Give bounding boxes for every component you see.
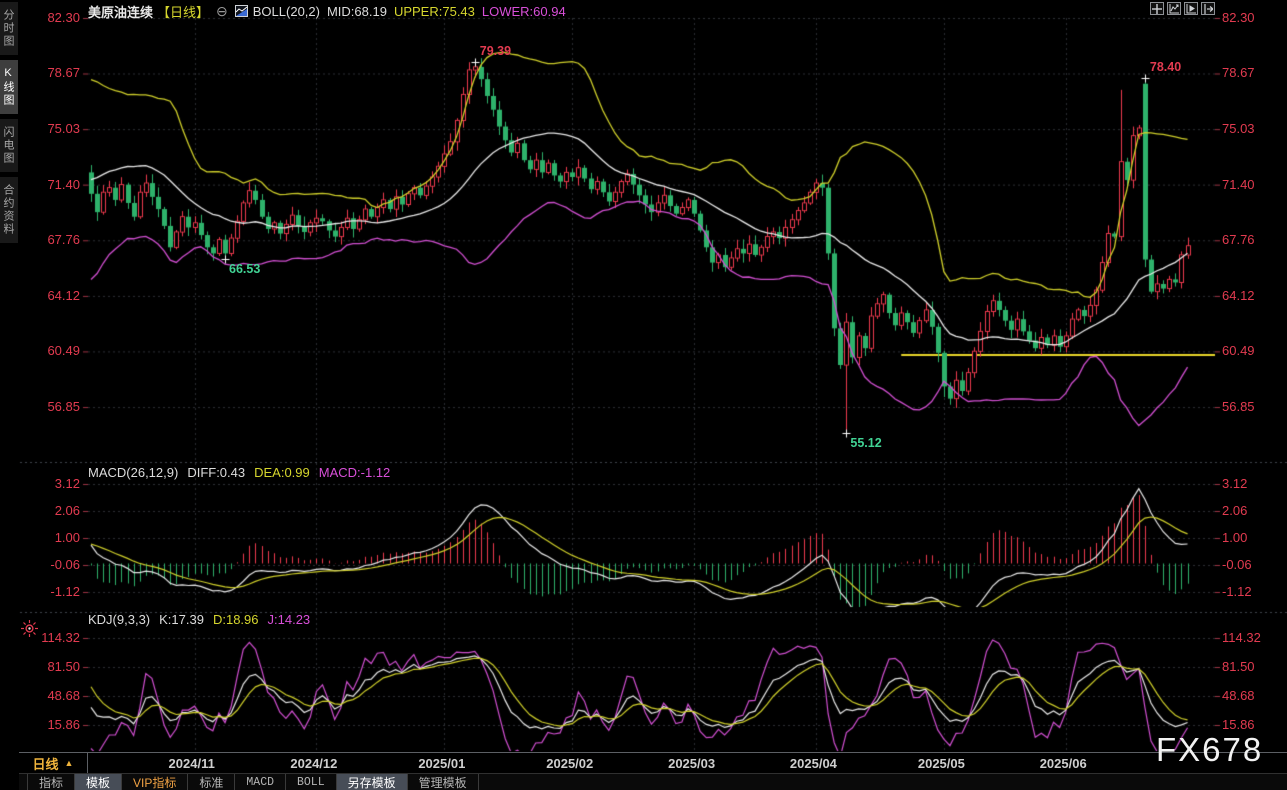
x-axis-month-label: 2025/04	[790, 756, 837, 771]
price-extreme-label: 66.53	[229, 262, 260, 276]
chart-canvas[interactable]	[0, 0, 1287, 790]
price-axis-label-right: 64.12	[1222, 290, 1255, 302]
sidebar-tab[interactable]: 分时图	[0, 2, 18, 55]
macd-axis-label-left: -1.12	[28, 586, 80, 598]
macd-dea-value: DEA:0.99	[254, 465, 310, 480]
indicator-thumbnail-icon	[235, 5, 248, 17]
kdj-axis-label-right: 81.50	[1222, 661, 1255, 673]
chart-window: 分时图 K线图闪电图合约资料 美原油连续 【日线】 ⊖ BOLL(20,2) MI…	[0, 0, 1287, 790]
macd-macd-value: MACD:-1.12	[319, 465, 391, 480]
macd-axis-label-right: 2.06	[1222, 505, 1247, 517]
period-label: 日线	[33, 754, 59, 773]
price-axis-label-right: 82.30	[1222, 12, 1255, 24]
price-axis-label-right: 78.67	[1222, 67, 1255, 79]
price-axis-label-left: 64.12	[28, 290, 80, 302]
boll-param-label: BOLL(20,2)	[253, 4, 320, 19]
price-axis-label-left: 60.49	[28, 345, 80, 357]
macd-axis-label-right: -0.06	[1222, 559, 1252, 571]
price-extreme-label: 55.12	[850, 436, 881, 450]
boll-mid-value: MID:68.19	[327, 4, 387, 19]
macd-axis-label-left: 3.12	[28, 478, 80, 490]
period-tag: 【日线】	[157, 2, 209, 21]
period-selector-button[interactable]: 日线 ▲	[19, 753, 88, 773]
x-axis-month-label: 2024/11	[169, 756, 215, 771]
macd-axis-label-left: 1.00	[28, 532, 80, 544]
toolbar-tab[interactable]: 模板	[75, 774, 122, 790]
kdj-k-value: K:17.39	[159, 612, 204, 627]
macd-axis-label-left: -0.06	[28, 559, 80, 571]
chart-toolbar	[1150, 2, 1215, 15]
bottom-toolbar: 指标模板VIP指标标准MACDBOLL另存模板管理模板	[19, 773, 1287, 790]
x-axis-month-label: 2025/05	[918, 756, 965, 771]
kdj-d-value: D:18.96	[213, 612, 259, 627]
chart-type-sidebar: 分时图 K线图闪电图合约资料	[0, 2, 19, 248]
toolbar-tab[interactable]: 指标	[27, 774, 75, 790]
kdj-pane-header: KDJ(9,3,3) K:17.39 D:18.96 J:14.23	[88, 612, 310, 627]
watermark: FX678	[1156, 731, 1263, 769]
macd-axis-label-right: 3.12	[1222, 478, 1247, 490]
toolbar-tab[interactable]: 管理模板	[408, 774, 479, 790]
toolbar-tab[interactable]: VIP指标	[122, 774, 188, 790]
x-axis-month-label: 2025/06	[1040, 756, 1087, 771]
symbol-name: 美原油连续	[88, 2, 153, 21]
crosshair-tool-icon[interactable]	[1150, 2, 1164, 15]
x-axis-month-label: 2025/03	[668, 756, 715, 771]
macd-pane-header: MACD(26,12,9) DIFF:0.43 DEA:0.99 MACD:-1…	[88, 465, 390, 480]
price-axis-label-right: 75.03	[1222, 123, 1255, 135]
zoom-out-icon[interactable]: ⊖	[216, 5, 228, 17]
axis-pan-icon[interactable]	[1184, 2, 1198, 15]
kdj-axis-label-left: 48.68	[28, 690, 80, 702]
sidebar-tab[interactable]: 闪电图	[0, 119, 18, 172]
kdj-axis-label-right: 48.68	[1222, 690, 1255, 702]
kdj-axis-label-right: 114.32	[1222, 632, 1261, 644]
x-axis-month-label: 2024/12	[290, 756, 337, 771]
toolbar-tab[interactable]: 标准	[188, 774, 235, 790]
kdj-axis-label-right: 15.86	[1222, 719, 1255, 731]
macd-param-label: MACD(26,12,9)	[88, 465, 178, 480]
x-axis-month-label: 2025/02	[546, 756, 593, 771]
boll-upper-value: UPPER:75.43	[394, 4, 475, 19]
toolbar-tab[interactable]: 另存模板	[337, 774, 408, 790]
period-arrow-icon: ▲	[65, 758, 74, 768]
price-axis-label-right: 56.85	[1222, 401, 1255, 413]
axis-zoom-icon[interactable]	[1167, 2, 1181, 15]
price-axis-label-left: 78.67	[28, 67, 80, 79]
macd-axis-label-right: -1.12	[1222, 586, 1252, 598]
sidebar-tab[interactable]: 合约资料	[0, 177, 18, 243]
kdj-axis-label-left: 15.86	[28, 719, 80, 731]
x-axis-month-label: 2025/01	[418, 756, 465, 771]
price-axis-label-left: 71.40	[28, 179, 80, 191]
symbol-header: 美原油连续 【日线】 ⊖ BOLL(20,2) MID:68.19 UPPER:…	[88, 3, 566, 19]
macd-diff-value: DIFF:0.43	[187, 465, 245, 480]
collapse-panel-icon[interactable]	[1201, 2, 1215, 15]
toolbar-tab[interactable]: MACD	[235, 774, 286, 790]
boll-lower-value: LOWER:60.94	[482, 4, 566, 19]
toolbar-tab[interactable]: BOLL	[286, 774, 337, 790]
kdj-axis-label-left: 81.50	[28, 661, 80, 673]
price-axis-label-right: 67.76	[1222, 234, 1255, 246]
kdj-param-label: KDJ(9,3,3)	[88, 612, 150, 627]
price-axis-label-right: 71.40	[1222, 179, 1255, 191]
price-axis-label-left: 82.30	[28, 12, 80, 24]
macd-axis-label-left: 2.06	[28, 505, 80, 517]
price-axis-label-left: 67.76	[28, 234, 80, 246]
sun-marker-icon	[21, 620, 38, 642]
sidebar-tab[interactable]: K线图	[0, 60, 18, 114]
price-extreme-label: 79.39	[480, 44, 511, 58]
price-axis-label-left: 56.85	[28, 401, 80, 413]
macd-axis-label-right: 1.00	[1222, 532, 1247, 544]
price-axis-label-left: 75.03	[28, 123, 80, 135]
price-extreme-label: 78.40	[1150, 60, 1181, 74]
price-axis-label-right: 60.49	[1222, 345, 1255, 357]
kdj-j-value: J:14.23	[268, 612, 311, 627]
